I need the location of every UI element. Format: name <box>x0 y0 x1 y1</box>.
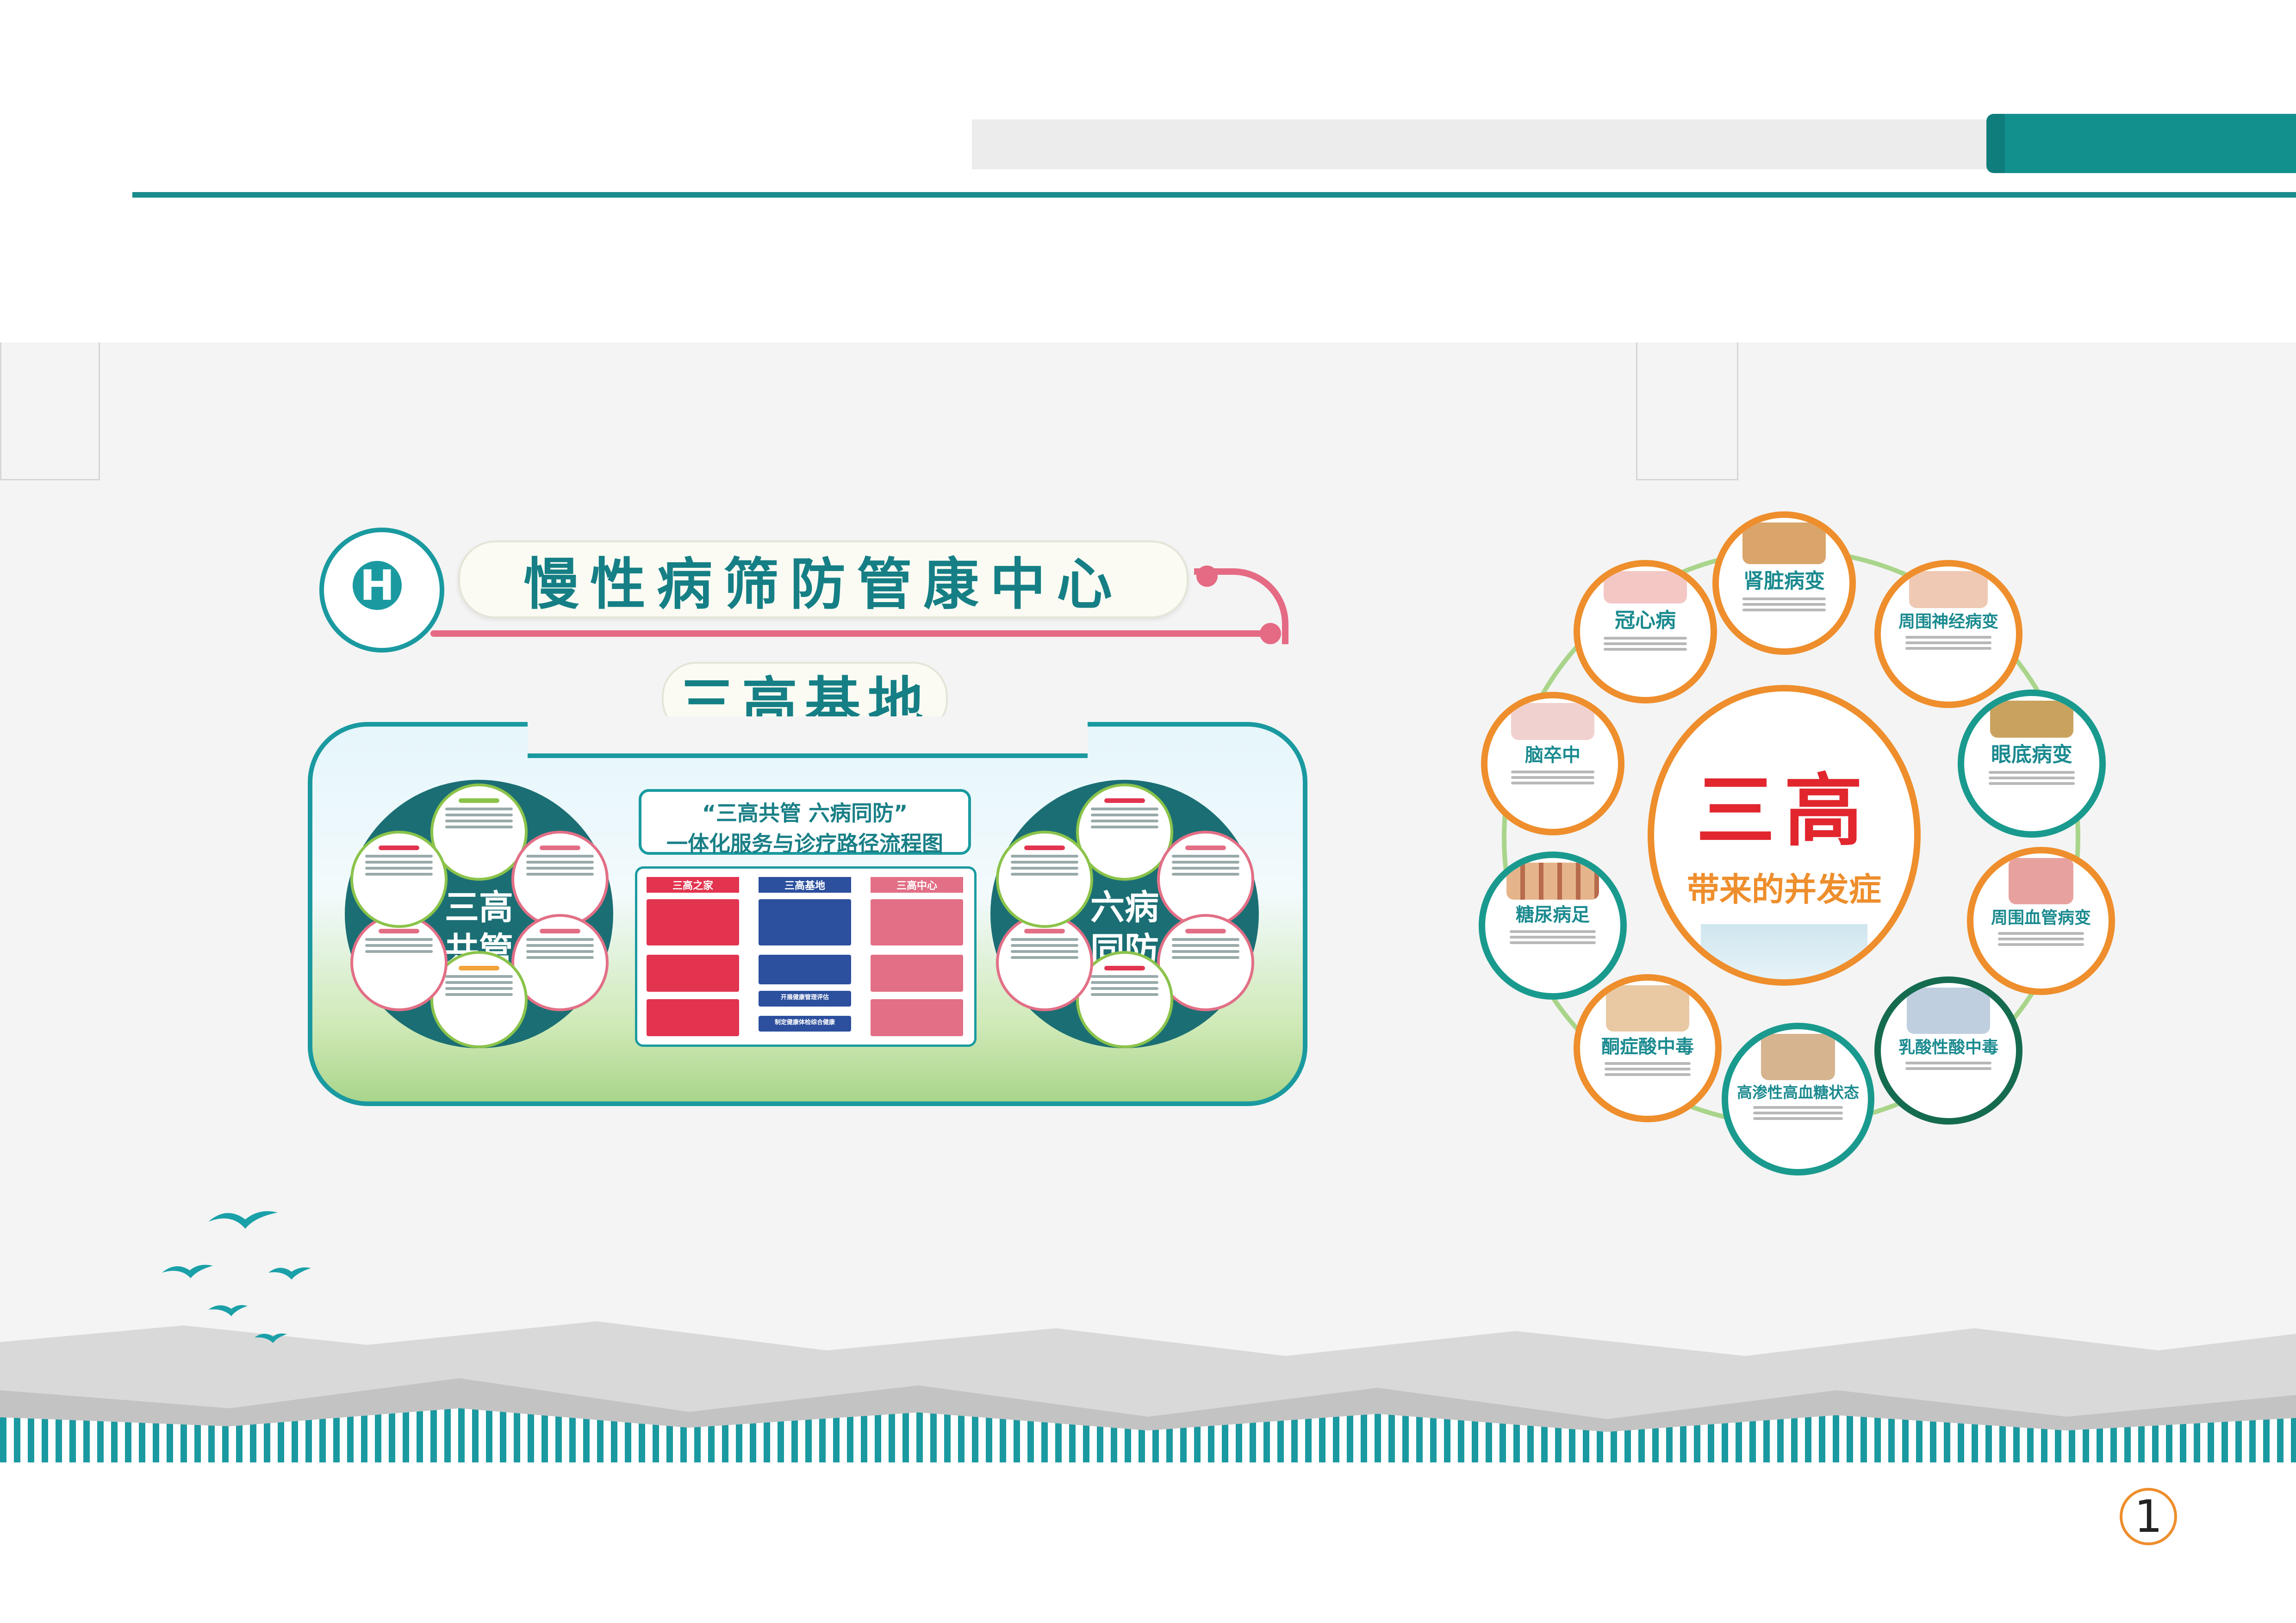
flow-box <box>647 999 739 1036</box>
foot-image <box>1506 863 1599 900</box>
complication-name: 乳酸性酸中毒 <box>1898 1038 1998 1057</box>
complication-hyperosmolar: 高渗性高血糖状态 <box>1722 1023 1874 1175</box>
nerve-image <box>1909 571 1988 608</box>
header-teal-tab-edge <box>1986 114 2005 173</box>
flow-box <box>759 899 851 945</box>
kidney-image <box>1742 522 1826 564</box>
flow-box <box>871 999 963 1036</box>
page-number: 1 <box>2120 1488 2177 1545</box>
complication-name: 冠心病 <box>1615 609 1676 632</box>
complication-name: 周围神经病变 <box>1898 612 1998 631</box>
flow-mid-box: 开展健康管理评估 <box>759 991 851 1007</box>
eye-image <box>1990 701 2073 738</box>
center-title-sangao: 三高 <box>1696 765 1872 857</box>
center-logo: H <box>319 528 444 653</box>
complication-diabetic-foot: 糖尿病足 <box>1479 852 1627 1000</box>
petal-card <box>350 914 448 1011</box>
flow-col-home: 三高之家 <box>647 877 739 893</box>
board-top-notch <box>528 716 1088 758</box>
brain-image <box>1511 703 1594 740</box>
petal-card <box>996 914 1093 1011</box>
center-title: 慢性病筛防管康中心 <box>458 541 1188 618</box>
petal-card <box>350 831 448 928</box>
flow-chart: 三高之家 三高基地 三高中心 开展健康管理评估 制定健康体检综合健康 <box>635 866 977 1047</box>
petal-card <box>1157 831 1254 928</box>
flow-col-center: 三高中心 <box>871 877 963 893</box>
ketoacidosis-image <box>1606 985 1689 1032</box>
flow-title-line1: “三高共管 六病同防” <box>702 801 908 826</box>
header-rule <box>132 192 2296 198</box>
flow-box <box>647 899 739 945</box>
flow-chart-title: “三高共管 六病同防” 一体化服务与诊疗路径流程图 <box>639 789 971 856</box>
complication-name: 周围血管病变 <box>1991 908 2091 927</box>
complication-name: 眼底病变 <box>1991 743 2072 766</box>
disc-liubing-tongfang: 六病 同防 <box>990 780 1259 1048</box>
complication-retina: 眼底病变 <box>1958 690 2106 838</box>
patient-image <box>1907 988 1990 1034</box>
wall-notch-right <box>1636 342 1738 480</box>
flow-box <box>647 955 739 992</box>
title-dot-top <box>1196 566 1218 587</box>
complication-kidney: 肾脏病变 <box>1712 511 1856 655</box>
title-underline <box>430 630 1268 637</box>
disc-sangao-gongguan: 三高 共管 <box>345 780 613 1048</box>
hospital-cross-icon: H <box>353 561 402 610</box>
petal-card <box>996 831 1093 928</box>
header-gray-bar <box>972 119 1990 169</box>
complication-stroke: 脑卒中 <box>1481 692 1624 835</box>
wall-notch-left <box>0 342 100 480</box>
flow-title-line2: 一体化服务与诊疗路径流程图 <box>666 831 943 856</box>
hyperglycemia-image <box>1761 1034 1835 1080</box>
petal-card <box>511 831 609 928</box>
heart-image <box>1604 571 1687 603</box>
flow-mid-box: 制定健康体检综合健康 <box>759 1016 851 1032</box>
vessel-image <box>2009 858 2073 904</box>
complications-center: 三高 带来的并发症 <box>1648 685 1921 986</box>
title-dot-end <box>1260 623 1281 644</box>
birds-decoration <box>162 1211 311 1343</box>
flow-box <box>871 955 963 992</box>
complication-name: 酮症酸中毒 <box>1601 1036 1694 1057</box>
center-subtitle: 带来的并发症 <box>1687 871 1881 908</box>
flow-box <box>759 955 851 984</box>
complication-peripheral-nerve: 周围神经病变 <box>1874 560 2022 708</box>
complication-name: 高渗性高血糖状态 <box>1737 1083 1859 1101</box>
complication-name: 肾脏病变 <box>1743 569 1825 593</box>
flow-col-base: 三高基地 <box>759 877 851 893</box>
header-teal-tab <box>1990 114 2296 173</box>
complication-name: 脑卒中 <box>1525 745 1580 766</box>
flow-box <box>871 899 963 945</box>
complication-ketoacidosis: 酮症酸中毒 <box>1574 974 1722 1122</box>
complication-coronary: 冠心病 <box>1574 560 1717 703</box>
complication-name: 糖尿病足 <box>1516 904 1590 926</box>
complication-lactic-acidosis: 乳酸性酸中毒 <box>1874 976 2022 1125</box>
complication-peripheral-vascular: 周围血管病变 <box>1967 847 2115 995</box>
